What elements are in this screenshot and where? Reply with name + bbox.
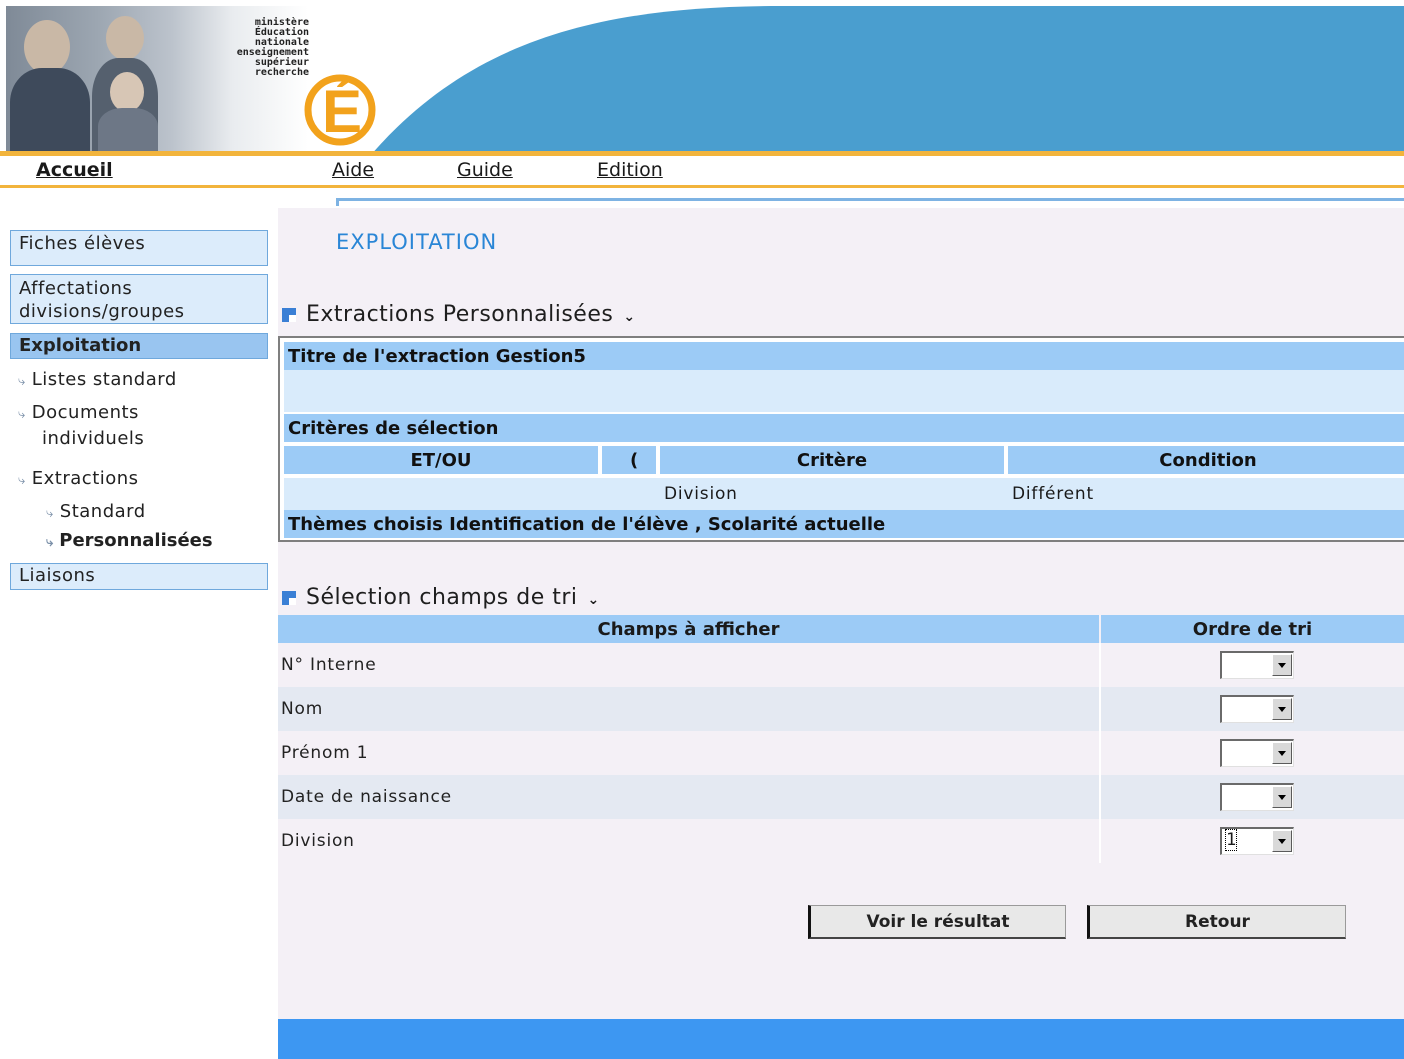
sidebar-item-extractions[interactable]: ⤷ Extractions	[18, 468, 139, 489]
content-top-border	[336, 198, 1404, 206]
sort-order-select[interactable]	[1220, 739, 1294, 767]
ministry-text: ministère Éducation nationale enseigneme…	[185, 18, 309, 78]
ministry-logo: É	[304, 74, 376, 146]
title-row: Titre de l'extraction Gestion5	[284, 342, 1404, 370]
section-title-text: Extractions Personnalisées	[306, 302, 614, 327]
criteria-row: Division Différent	[284, 478, 1404, 510]
sidebar-item-documents[interactable]: ⤷ Documents individuels	[18, 401, 144, 451]
col-condition: Condition	[1008, 446, 1404, 474]
sort-order-select[interactable]: 1	[1220, 827, 1294, 855]
sidebar-item-label: Listes standard	[31, 369, 177, 390]
nav-accueil-link[interactable]: Accueil	[36, 159, 113, 181]
sidebar-item-label: Standard	[59, 501, 146, 522]
section-title-text: Sélection champs de tri	[306, 585, 578, 610]
criteria-paren	[602, 478, 656, 510]
section-square-icon	[282, 308, 296, 322]
nav-aide-link[interactable]: Aide	[332, 159, 374, 181]
sort-order-select[interactable]	[1220, 651, 1294, 679]
chevron-down-icon[interactable]: ⌄	[588, 592, 600, 608]
sidebar-item-label: Liaisons	[19, 565, 96, 586]
sidebar-item-label: divisions/groupes	[19, 301, 185, 322]
sort-order-select[interactable]	[1220, 695, 1294, 723]
dropdown-arrow-icon[interactable]	[1272, 698, 1292, 720]
sort-field-label: N° Interne	[281, 655, 377, 675]
arrow-icon: ⤷	[18, 374, 26, 389]
criteria-critere: Division	[664, 484, 738, 504]
sort-field-label: Division	[281, 831, 355, 851]
sidebar-item-personnalisees[interactable]: ⤷ Personnalisées	[46, 530, 213, 551]
column-divider	[1099, 819, 1101, 863]
col-critere: Critère	[660, 446, 1004, 474]
nav-edition-link[interactable]: Edition	[597, 159, 663, 181]
page-title: EXPLOITATION	[336, 230, 498, 254]
sort-order-value: 1	[1224, 829, 1238, 851]
sidebar-item-standard[interactable]: ⤷ Standard	[46, 501, 146, 522]
logo-letter: É	[322, 78, 362, 145]
criteria-header-row: ET/OU ( Critère Condition	[284, 446, 1404, 474]
dropdown-arrow-icon[interactable]	[1272, 786, 1292, 808]
footer-bar	[278, 1019, 1404, 1059]
header-banner: ministère Éducation nationale enseigneme…	[0, 0, 1404, 156]
sort-row: Division 1	[278, 819, 1404, 863]
voir-resultat-button[interactable]: Voir le résultat	[808, 905, 1066, 939]
sidebar-item-label: Personnalisées	[59, 530, 213, 551]
chevron-down-icon[interactable]: ⌄	[623, 309, 635, 325]
extraction-summary-table: Titre de l'extraction Gestion5 Critères …	[278, 336, 1404, 542]
sidebar-item-label: Fiches élèves	[19, 233, 146, 254]
criteria-condition: Différent	[1012, 484, 1094, 504]
sort-header-row: Champs à afficher Ordre de tri	[278, 615, 1404, 643]
sidebar-item-affectations[interactable]: Affectations divisions/groupes	[10, 274, 268, 324]
extractions-section-title[interactable]: Extractions Personnalisées ⌄	[282, 302, 636, 327]
criteria-title: Critères de sélection	[288, 417, 499, 439]
arrow-icon: ⤷	[46, 535, 54, 550]
themes-text: Thèmes choisis Identification de l'élève…	[288, 513, 886, 535]
dropdown-arrow-icon[interactable]	[1272, 830, 1292, 852]
sort-row: Prénom 1	[278, 731, 1404, 775]
nav-guide-link[interactable]: Guide	[457, 159, 513, 181]
sort-field-label: Prénom 1	[281, 743, 369, 763]
sort-field-label: Nom	[281, 699, 324, 719]
criteria-et-ou	[284, 478, 598, 510]
dropdown-arrow-icon[interactable]	[1272, 742, 1292, 764]
sort-row: N° Interne	[278, 643, 1404, 687]
sort-order-select[interactable]	[1220, 783, 1294, 811]
empty-row	[284, 370, 1404, 412]
sidebar-item-label: Documents	[31, 402, 139, 423]
sidebar-item-listes-standard[interactable]: ⤷ Listes standard	[18, 369, 177, 390]
nav-top-rule	[0, 151, 1404, 156]
top-navigation: Accueil Aide Guide Edition	[0, 151, 1404, 191]
arrow-icon: ⤷	[18, 473, 26, 488]
arrow-icon: ⤷	[46, 506, 54, 521]
ministry-line: recherche	[254, 67, 309, 78]
criteria-title-row: Critères de sélection	[284, 414, 1404, 442]
col-paren: (	[602, 446, 656, 474]
sidebar-item-exploitation[interactable]: Exploitation	[10, 333, 268, 359]
sidebar-item-fiches[interactable]: Fiches élèves	[10, 230, 268, 266]
sort-row: Nom	[278, 687, 1404, 731]
sidebar-item-label: Affectations	[19, 278, 133, 299]
column-divider	[1099, 775, 1101, 819]
arrow-icon: ⤷	[18, 407, 26, 422]
sidebar-item-label: individuels	[42, 428, 145, 449]
sidebar-item-label: Exploitation	[19, 335, 142, 356]
dropdown-arrow-icon[interactable]	[1272, 654, 1292, 676]
extraction-title: Titre de l'extraction Gestion5	[288, 345, 586, 367]
column-divider	[1099, 643, 1101, 687]
column-divider	[1099, 731, 1101, 775]
col-champs: Champs à afficher	[278, 615, 1099, 643]
col-et-ou: ET/OU	[284, 446, 598, 474]
nav-bottom-rule	[0, 185, 1404, 188]
themes-row: Thèmes choisis Identification de l'élève…	[284, 510, 1404, 538]
column-divider	[1099, 687, 1101, 731]
sort-row: Date de naissance	[278, 775, 1404, 819]
col-ordre: Ordre de tri	[1101, 615, 1404, 643]
sidebar-item-label: Extractions	[31, 468, 139, 489]
sidebar-item-liaisons[interactable]: Liaisons	[10, 563, 268, 590]
retour-button[interactable]: Retour	[1087, 905, 1346, 939]
sort-field-label: Date de naissance	[281, 787, 452, 807]
section-square-icon	[282, 591, 296, 605]
sort-section-title[interactable]: Sélection champs de tri ⌄	[282, 585, 600, 610]
